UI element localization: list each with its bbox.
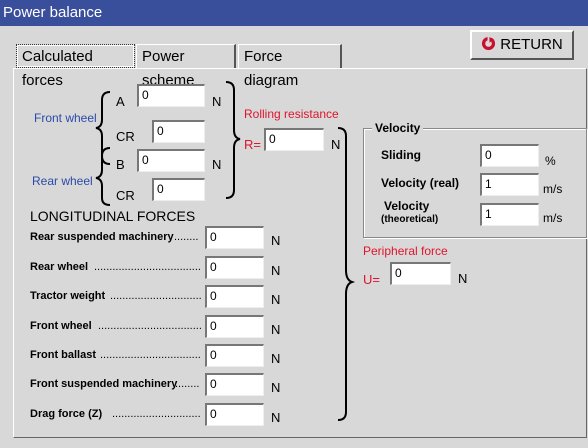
b-label: B xyxy=(116,157,125,172)
row-dots: ................................... xyxy=(98,320,201,332)
row-unit: N xyxy=(271,410,281,425)
peripheral-force-unit: N xyxy=(458,271,468,286)
peripheral-force-prefix: U= xyxy=(363,272,380,287)
velocity-theoretical-unit: m/s xyxy=(543,211,563,225)
peripheral-force-title: Peripheral force xyxy=(363,244,448,258)
front-wheel-force-input[interactable]: 0 xyxy=(205,315,264,338)
row-unit: N xyxy=(271,322,281,337)
rolling-resistance-prefix: R= xyxy=(244,137,261,152)
velocity-real-input[interactable]: 1 xyxy=(480,173,539,196)
row-label: Front wheel xyxy=(30,320,92,332)
rear-wheel-label: Rear wheel xyxy=(32,174,93,188)
velocity-theoretical-sublabel: (theoretical) xyxy=(381,214,439,225)
row-unit: N xyxy=(271,292,281,307)
row-dots: ........ xyxy=(175,378,200,390)
velocity-group-title: Velocity xyxy=(372,121,424,135)
row-unit: N xyxy=(271,263,281,278)
b-unit: N xyxy=(212,157,222,172)
row-dots: ............................... xyxy=(112,408,201,420)
longitudinal-forces-title: LONGITUDINAL FORCES xyxy=(30,208,196,224)
sliding-unit: % xyxy=(545,154,556,168)
row-label: Rear suspended machinery xyxy=(30,231,174,243)
front-wheel-label: Front wheel xyxy=(34,111,97,125)
sliding-label: Sliding xyxy=(381,148,421,162)
row-dots: .................................... xyxy=(94,261,201,273)
row-dots: ................................... xyxy=(100,349,201,361)
rear-suspended-machinery-input[interactable]: 0 xyxy=(205,226,264,249)
row-label: Front suspended machinery xyxy=(30,378,178,390)
a-input[interactable]: 0 xyxy=(137,84,205,107)
row-dots: ........ xyxy=(174,231,199,243)
drag-force-input[interactable]: 0 xyxy=(205,403,264,426)
rolling-resistance-title: Rolling resistance xyxy=(244,107,339,121)
row-unit: N xyxy=(271,351,281,366)
row-unit: N xyxy=(271,233,281,248)
velocity-theoretical-label: Velocity xyxy=(384,199,430,213)
rear-wheel-force-input[interactable]: 0 xyxy=(205,256,264,279)
velocity-theoretical-input[interactable]: 1 xyxy=(480,203,539,226)
peripheral-force-input[interactable]: 0 xyxy=(390,262,451,285)
cr-rear-input[interactable]: 0 xyxy=(152,178,205,201)
front-ballast-input[interactable]: 0 xyxy=(205,344,264,367)
sliding-input[interactable]: 0 xyxy=(480,144,539,167)
row-unit: N xyxy=(271,380,281,395)
a-label: A xyxy=(116,94,125,109)
rolling-resistance-unit: N xyxy=(331,137,341,152)
a-unit: N xyxy=(212,94,222,109)
row-label: Drag force (Z) xyxy=(30,408,103,420)
cr-front-input[interactable]: 0 xyxy=(152,120,205,143)
row-label: Rear wheel xyxy=(30,261,89,273)
tractor-weight-input[interactable]: 0 xyxy=(205,285,264,308)
rolling-resistance-input[interactable]: 0 xyxy=(264,128,324,151)
row-label: Tractor weight xyxy=(30,290,106,302)
b-input[interactable]: 0 xyxy=(137,149,205,172)
front-suspended-machinery-input[interactable]: 0 xyxy=(205,373,264,396)
velocity-real-unit: m/s xyxy=(543,182,563,196)
row-dots: ............................... xyxy=(110,290,201,302)
velocity-real-label: Velocity (real) xyxy=(381,176,460,190)
cr-rear-label: CR xyxy=(116,188,135,203)
row-label: Front ballast xyxy=(30,349,97,361)
cr-front-label: CR xyxy=(116,129,135,144)
